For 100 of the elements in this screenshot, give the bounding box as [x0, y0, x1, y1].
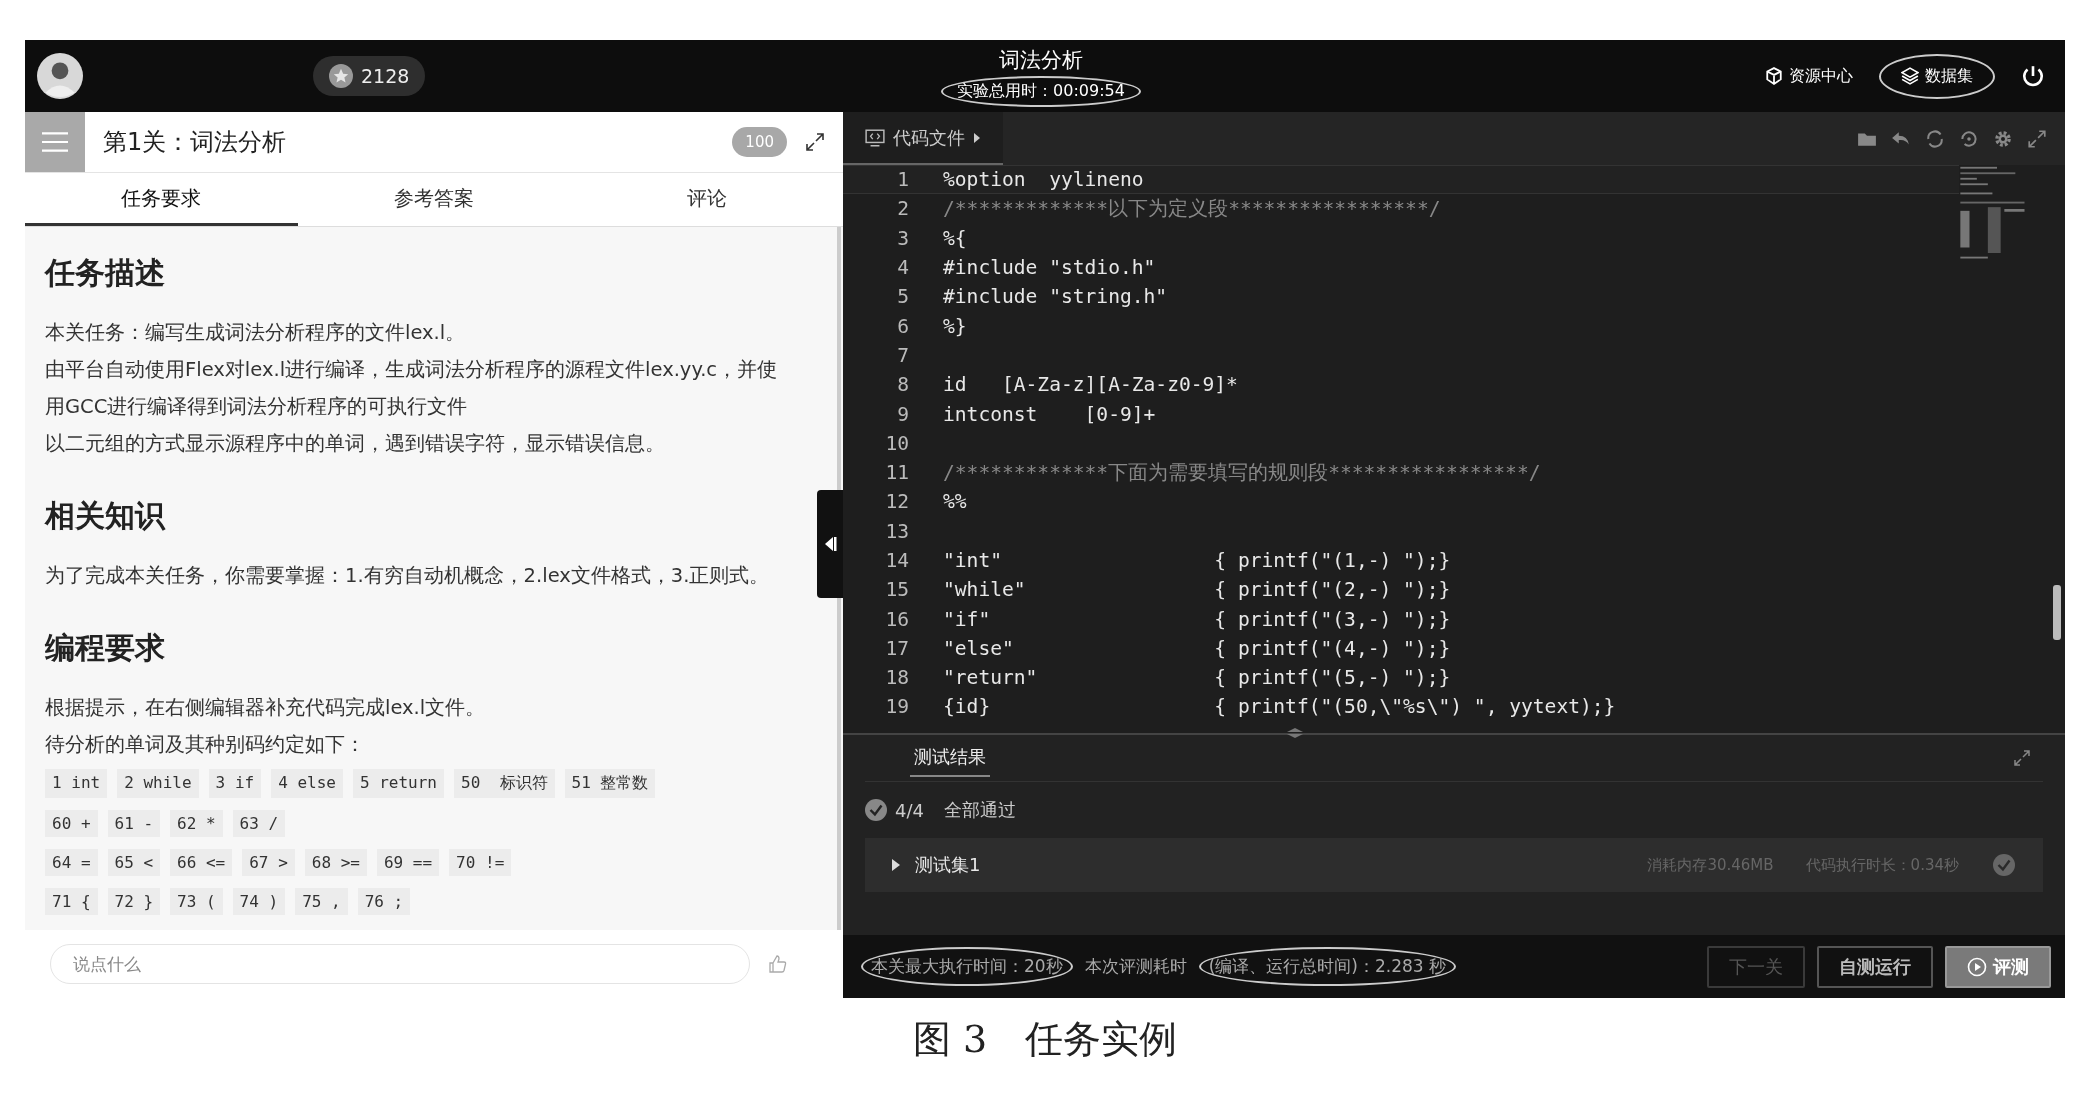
action-button[interactable]: 评测 — [1945, 945, 2051, 988]
token-code: 3 if — [208, 769, 262, 798]
line-number: 12 — [884, 490, 909, 514]
line-number: 9 — [896, 402, 909, 426]
line-number: 1 — [896, 168, 909, 192]
elapsed-timer: 实验总用时：00:09:54 — [941, 75, 1141, 107]
code-comment: /*************以下为定义段*****************/ — [943, 196, 1441, 223]
line-number: 2 — [896, 197, 909, 221]
menu-icon — [42, 131, 68, 153]
token-code: 2 while — [117, 769, 199, 798]
tab[interactable]: 评论 — [570, 173, 843, 226]
section-heading: 编程要求 — [45, 629, 166, 667]
code-line: "if" { printf("(3,-) ");} — [943, 607, 1451, 631]
fullscreen-icon[interactable] — [2027, 128, 2047, 149]
code-line: id [A-Za-z][A-Za-z0-9]* — [943, 373, 1238, 397]
token-code: 71 { — [45, 888, 98, 915]
caret-icon — [973, 131, 981, 144]
tab[interactable]: 任务要求 — [25, 173, 298, 226]
line-number: 16 — [884, 607, 909, 631]
tab[interactable]: 参考答案 — [297, 173, 571, 226]
token-code: 68 >= — [304, 849, 367, 876]
token-code: 61 - — [107, 810, 161, 837]
level-title: 第1关：词法分析 — [103, 127, 288, 158]
line-number: 3 — [896, 226, 909, 250]
code-line: "return" { printf("(5,-) ");} — [943, 666, 1451, 690]
code-line: %{ — [943, 226, 967, 250]
code-line: {id} { printf("(50,\"%s\") ", yytext);} — [943, 695, 1616, 719]
paragraph: 待分析的单词及其种别码约定如下： — [45, 732, 366, 758]
line-number: 13 — [884, 519, 909, 543]
run-time-info: (编译、运行总时间)：2.283 秒 — [1198, 947, 1456, 986]
line-number: 5 — [896, 285, 909, 309]
line-number: 18 — [884, 666, 909, 690]
score-badge: 100 — [732, 127, 787, 157]
token-code: 73 ( — [170, 888, 223, 915]
token-code: 66 <= — [170, 849, 233, 876]
code-line: %} — [943, 314, 967, 338]
avatar-icon[interactable] — [37, 53, 83, 99]
token-code: 51 整常数 — [564, 769, 656, 798]
points-badge: 2128 — [313, 56, 426, 96]
cube-icon — [1765, 67, 1783, 85]
power-icon[interactable] — [2021, 64, 2045, 88]
token-code: 76 ; — [357, 888, 411, 915]
pass-count: 4/4 — [895, 799, 924, 821]
refresh-icon[interactable] — [1925, 128, 1945, 149]
history-icon[interactable] — [1959, 128, 1979, 149]
token-code: 75 , — [295, 888, 348, 915]
paragraph: 以二元组的方式显示源程序中的单词，遇到错误字符，显示错误信息。 — [45, 431, 666, 457]
token-code: 65 < — [107, 849, 161, 876]
token-code: 5 return — [352, 769, 444, 798]
layers-icon — [1901, 67, 1919, 85]
thumbs-up-icon[interactable] — [768, 954, 788, 974]
run-time-info: 本次评测耗时 — [1083, 955, 1188, 978]
token-code: 4 else — [271, 769, 343, 798]
line-number: 6 — [896, 314, 909, 338]
collapse-handle[interactable] — [817, 490, 843, 598]
action-button[interactable]: 自测运行 — [1817, 945, 1933, 988]
paragraph: 由平台自动使用Flex对lex.l进行编译，生成词法分析程序的源程文件lex.yy.c，并使用GCC进行编译得到词法分析程序的可执行文件 — [45, 357, 779, 420]
check-circle-icon — [865, 799, 887, 821]
scrollbar-thumb[interactable] — [2053, 585, 2061, 640]
token-code: 69 == — [376, 849, 440, 876]
token-code: 62 * — [170, 810, 223, 837]
token-code: 67 > — [242, 849, 295, 876]
run-time-info: 本关最大执行时间：20秒 — [861, 947, 1073, 986]
collapse-icon — [823, 536, 837, 552]
line-number: 11 — [884, 461, 909, 485]
section-heading: 相关知识 — [45, 497, 167, 535]
line-number: 4 — [896, 256, 909, 280]
play-icon — [1967, 956, 1987, 977]
results-tab[interactable]: 测试结果 — [910, 739, 990, 777]
expand-icon[interactable] — [805, 132, 825, 152]
nav-link[interactable]: 资源中心 — [1745, 55, 1873, 97]
run-duration: 代码执行时长：0.34秒 — [1805, 855, 1959, 875]
line-number: 14 — [884, 549, 909, 572]
token-code: 60 + — [45, 810, 98, 837]
code-comment: /*************下面为需要填写的规则段*****************/ — [943, 460, 1541, 487]
token-code: 70 != — [449, 849, 512, 876]
line-number: 15 — [884, 578, 909, 602]
settings-icon[interactable] — [1993, 128, 2013, 149]
code-line: %% — [943, 490, 967, 514]
token-code: 72 } — [107, 888, 161, 915]
nav-link[interactable]: 数据集 — [1879, 53, 1995, 99]
code-file-icon — [865, 128, 885, 147]
code-line: #include "string.h" — [943, 285, 1168, 309]
pass-label: 全部通过 — [943, 798, 1016, 822]
code-line: %option yylineno — [943, 168, 1144, 192]
code-line: #include "stdio.h" — [943, 256, 1156, 280]
token-code: 64 = — [45, 849, 98, 876]
section-heading: 任务描述 — [45, 254, 166, 292]
file-tab[interactable]: 代码文件 — [843, 112, 1003, 165]
token-code: 63 / — [232, 810, 286, 837]
code-line: "while" { printf("(2,-) ");} — [943, 578, 1451, 602]
page-title: 词法分析 — [999, 46, 1083, 74]
token-code: 74 ) — [232, 888, 286, 915]
line-number: 7 — [896, 343, 909, 367]
line-number: 10 — [884, 431, 909, 455]
token-code: 1 int — [45, 769, 108, 798]
paragraph: 为了完成本关任务，你需要掌握：1.有穷自动机概念，2.lex文件格式，3.正则式。 — [45, 563, 771, 589]
code-line: "else" { printf("(4,-) ");} — [943, 636, 1451, 660]
comment-field[interactable]: 说点什么 — [50, 944, 750, 984]
figure-caption: 图 3 任务实例 — [911, 1016, 1179, 1063]
